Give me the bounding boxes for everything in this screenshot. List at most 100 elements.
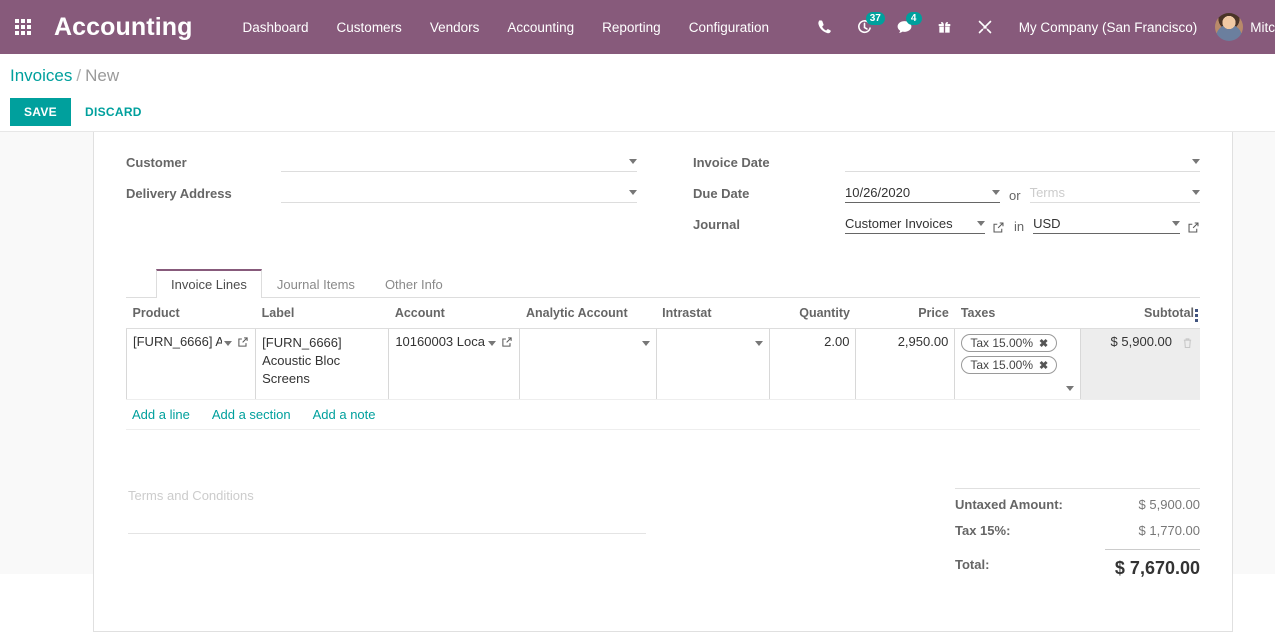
tax-tag-label: Tax 15.00%	[970, 358, 1034, 372]
menu-item-dashboard[interactable]: Dashboard	[229, 0, 323, 54]
breadcrumb-separator: /	[76, 66, 82, 85]
close-icon[interactable]: ✖	[1039, 337, 1048, 350]
add-a-section-link[interactable]: Add a section	[212, 407, 291, 422]
terms-and-conditions-field[interactable]: Terms and Conditions	[126, 488, 646, 590]
journal-external-link-icon[interactable]	[992, 221, 1005, 234]
column-header-product: Product	[126, 298, 256, 329]
save-button[interactable]: SAVE	[10, 98, 71, 126]
untaxed-amount-label: Untaxed Amount:	[955, 497, 1063, 512]
cell-product[interactable]: [FURN_6666] Ac	[125, 328, 257, 400]
menu-item-accounting[interactable]: Accounting	[493, 0, 588, 54]
account-value: 10160003 Loca	[395, 334, 485, 349]
field-due-date: Due Date 10/26/2020 or Terms	[693, 181, 1200, 203]
tab-invoice-lines[interactable]: Invoice Lines	[156, 269, 262, 298]
account-external-link-icon[interactable]	[501, 336, 513, 348]
menu-item-configuration[interactable]: Configuration	[675, 0, 783, 54]
journal-value: Customer Invoices	[845, 215, 953, 231]
menu-item-customers[interactable]: Customers	[323, 0, 416, 54]
journal-input[interactable]: Customer Invoices	[845, 214, 985, 234]
field-journal: Journal Customer Invoices in USD	[693, 212, 1200, 234]
delivery-address-input[interactable]	[281, 183, 637, 203]
chevron-down-icon[interactable]	[992, 189, 1000, 195]
currency-external-link-icon[interactable]	[1187, 221, 1200, 234]
form-column-right: Invoice Date Due Date 10/26/2020 or Term…	[663, 150, 1200, 243]
column-header-taxes: Taxes	[954, 298, 1081, 329]
cell-quantity[interactable]: 2.00	[768, 328, 857, 400]
chevron-down-icon[interactable]	[1192, 189, 1200, 195]
chevron-down-icon[interactable]	[629, 158, 637, 164]
apps-menu-toggle[interactable]	[0, 0, 46, 54]
chevron-down-icon[interactable]	[754, 341, 763, 346]
trash-icon[interactable]	[1181, 336, 1194, 353]
cell-price[interactable]: 2,950.00	[855, 328, 956, 400]
total-row-untaxed: Untaxed Amount: $ 5,900.00	[955, 497, 1200, 512]
field-customer: Customer	[126, 150, 637, 172]
company-switcher[interactable]: My Company (San Francisco)	[1005, 20, 1212, 35]
invoice-date-input[interactable]	[845, 152, 1200, 172]
or-separator-label: or	[1009, 188, 1021, 203]
close-icon[interactable]: ✖	[1039, 359, 1048, 372]
add-a-line-link[interactable]: Add a line	[132, 407, 190, 422]
customer-input[interactable]	[281, 152, 637, 172]
due-date-input[interactable]: 10/26/2020	[845, 183, 1000, 203]
messages-chat-icon[interactable]: 4	[885, 0, 925, 54]
cell-label[interactable]: [FURN_6666] Acoustic Bloc Screens	[255, 328, 390, 400]
tax-tag[interactable]: Tax 15.00% ✖	[961, 334, 1058, 352]
add-a-note-link[interactable]: Add a note	[313, 407, 376, 422]
field-delivery-address-label: Delivery Address	[126, 186, 232, 201]
cell-taxes[interactable]: Tax 15.00% ✖ Tax 15.00% ✖	[954, 328, 1082, 400]
cell-intrastat[interactable]	[655, 328, 770, 400]
tax-label: Tax 15%:	[955, 523, 1011, 538]
cell-subtotal: $ 5,900.00	[1080, 328, 1200, 400]
payment-terms-placeholder: Terms	[1029, 184, 1065, 200]
label-value: [FURN_6666] Acoustic Bloc Screens	[262, 335, 342, 386]
tab-journal-items[interactable]: Journal Items	[262, 269, 370, 298]
field-invoice-date: Invoice Date	[693, 150, 1200, 172]
phone-icon[interactable]	[805, 0, 845, 54]
messages-count-badge: 4	[905, 12, 922, 25]
chevron-down-icon[interactable]	[977, 220, 985, 226]
table-row[interactable]: [FURN_6666] Ac [FURN_6666] Acoustic Bloc…	[125, 328, 1200, 400]
debug-tools-icon[interactable]	[965, 0, 1005, 54]
in-separator-label: in	[1014, 219, 1025, 234]
menu-item-vendors[interactable]: Vendors	[416, 0, 494, 54]
column-header-quantity: Quantity	[769, 298, 856, 329]
product-external-link-icon[interactable]	[237, 336, 249, 348]
field-journal-label: Journal	[693, 217, 740, 232]
user-menu[interactable]: Mitc	[1211, 13, 1275, 41]
column-header-analytic-account: Analytic Account	[519, 298, 657, 329]
grand-total-label: Total:	[955, 556, 990, 572]
breadcrumb: Invoices / New	[0, 66, 1275, 86]
form-groups: Customer Delivery Address Invoice Date D…	[126, 150, 1200, 243]
cell-analytic-account[interactable]	[519, 328, 657, 400]
chevron-down-icon[interactable]	[224, 341, 233, 346]
discard-button[interactable]: DISCARD	[71, 98, 156, 126]
column-header-price: Price	[855, 298, 955, 329]
chevron-down-icon[interactable]	[488, 341, 497, 346]
column-header-label: Label	[255, 298, 389, 329]
tax-tag[interactable]: Tax 15.00% ✖	[961, 356, 1058, 374]
vertical-dots-icon[interactable]	[1195, 307, 1198, 324]
notebook: Invoice Lines Journal Items Other Info P…	[125, 269, 1200, 430]
chevron-down-icon[interactable]	[629, 189, 637, 195]
tab-other-info[interactable]: Other Info	[370, 269, 458, 298]
chevron-down-icon[interactable]	[641, 341, 650, 346]
cell-account[interactable]: 10160003 Loca	[388, 328, 521, 400]
chevron-down-icon[interactable]	[1192, 158, 1200, 164]
gift-icon[interactable]	[925, 0, 965, 54]
chevron-down-icon[interactable]	[1172, 220, 1180, 226]
menu-item-reporting[interactable]: Reporting	[588, 0, 675, 54]
field-invoice-date-label: Invoice Date	[693, 155, 770, 170]
field-delivery-address: Delivery Address	[126, 181, 637, 203]
table-header-row: Product Label Account Analytic Account I…	[126, 298, 1200, 329]
currency-value: USD	[1033, 215, 1061, 231]
content-area: Customer Delivery Address Invoice Date D…	[0, 132, 1275, 632]
chevron-down-icon[interactable]	[1066, 386, 1075, 391]
app-brand-title[interactable]: Accounting	[54, 13, 193, 42]
currency-input[interactable]: USD	[1033, 214, 1180, 234]
breadcrumb-item-invoices[interactable]: Invoices	[10, 66, 72, 85]
price-value: 2,950.00	[897, 334, 949, 349]
tax-tag-label: Tax 15.00%	[970, 336, 1034, 350]
payment-terms-input[interactable]: Terms	[1029, 183, 1200, 203]
activity-clock-icon[interactable]: 37	[845, 0, 885, 54]
